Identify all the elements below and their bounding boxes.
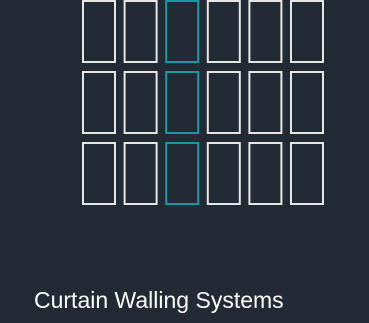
glass-pane (248, 0, 283, 63)
curtain-wall-grid (82, 0, 324, 205)
product-card[interactable]: Curtain Walling Systems (0, 0, 369, 323)
highlighted-pane (165, 0, 200, 63)
glass-pane (82, 142, 116, 205)
glass-pane (248, 142, 283, 205)
curtain-wall-icon (82, 0, 324, 205)
glass-pane (206, 142, 241, 205)
glass-pane (248, 71, 283, 134)
glass-pane (82, 71, 116, 134)
glass-pane (123, 0, 158, 63)
glass-pane (290, 71, 324, 134)
glass-pane (290, 142, 324, 205)
highlighted-pane (165, 71, 200, 134)
highlighted-pane (165, 142, 200, 205)
glass-pane (123, 71, 158, 134)
card-title: Curtain Walling Systems (34, 287, 284, 313)
glass-pane (206, 71, 241, 134)
glass-pane (123, 142, 158, 205)
glass-pane (290, 0, 324, 63)
glass-pane (82, 0, 116, 63)
glass-pane (206, 0, 241, 63)
